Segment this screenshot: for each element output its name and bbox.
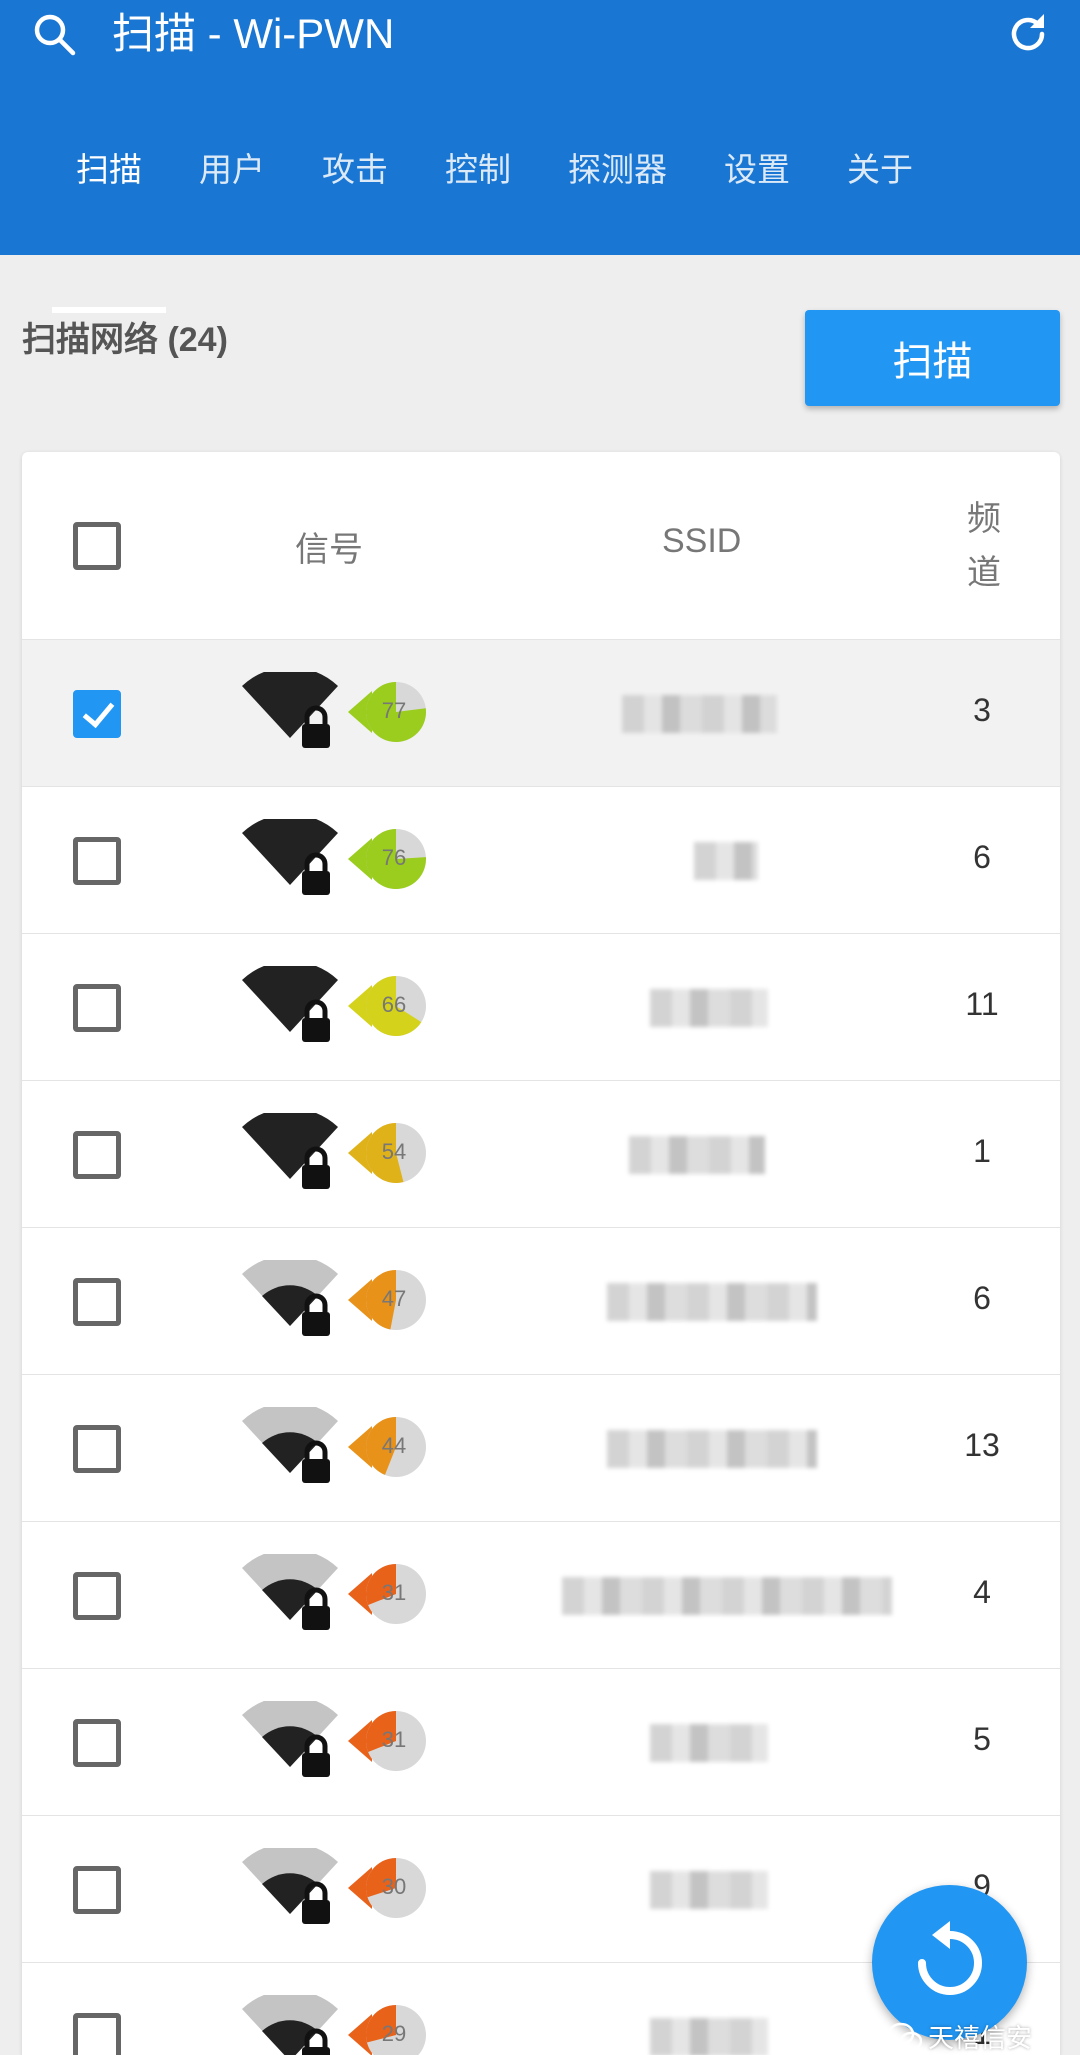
ssid-redacted xyxy=(650,989,768,1027)
wifi-lock-icon xyxy=(242,1701,338,1777)
wifi-lock-icon xyxy=(242,1407,338,1483)
channel-value: 3 xyxy=(973,692,991,728)
select-all-checkbox[interactable] xyxy=(73,522,121,570)
signal-value: 31 xyxy=(381,1580,407,1605)
rescan-fab[interactable] xyxy=(872,1885,1027,2040)
row-checkbox[interactable] xyxy=(73,690,121,738)
tab-detector[interactable]: 探测器 xyxy=(544,145,691,255)
tab-bar: 扫描 用户 攻击 控制 探测器 设置 关于 xyxy=(52,145,937,313)
table-row[interactable]: 54 1 xyxy=(22,1081,1060,1228)
wifi-lock-icon xyxy=(242,1113,338,1189)
signal-value: 47 xyxy=(381,1286,407,1311)
row-checkbox[interactable] xyxy=(73,1425,121,1473)
wechat-icon xyxy=(888,2022,922,2050)
table-row[interactable]: 31 4 xyxy=(22,1522,1060,1669)
table-header: 信号 SSID 频 道 xyxy=(22,452,1060,640)
signal-value: 77 xyxy=(381,698,407,723)
row-checkbox[interactable] xyxy=(73,1131,121,1179)
watermark-text: 天禧信安 xyxy=(928,2023,1033,2053)
wifi-lock-icon xyxy=(242,1995,338,2055)
row-checkbox[interactable] xyxy=(73,1572,121,1620)
ssid-redacted xyxy=(629,1136,765,1174)
network-table: 信号 SSID 频 道 77 3 76 6 66 11 54 1 47 6 44 13 31 4 31 5 30… xyxy=(22,452,1060,2055)
channel-value: 6 xyxy=(973,1280,991,1316)
wifi-lock-icon xyxy=(242,672,338,748)
signal-value: 29 xyxy=(381,2021,407,2046)
row-checkbox[interactable] xyxy=(73,984,121,1032)
tab-control[interactable]: 控制 xyxy=(421,145,535,255)
table-row[interactable]: 31 5 xyxy=(22,1669,1060,1816)
row-checkbox[interactable] xyxy=(73,837,121,885)
signal-value: 54 xyxy=(381,1139,407,1164)
signal-value: 66 xyxy=(381,992,407,1017)
column-header-channel[interactable]: 频 道 xyxy=(964,492,1004,600)
tab-scan[interactable]: 扫描 xyxy=(52,145,166,313)
signal-value: 76 xyxy=(381,845,407,870)
row-checkbox[interactable] xyxy=(73,1719,121,1767)
column-header-ssid[interactable]: SSID xyxy=(662,522,741,561)
watermark: 天禧信安 xyxy=(888,2018,1032,2055)
table-row[interactable]: 47 6 xyxy=(22,1228,1060,1375)
wifi-lock-icon xyxy=(242,1260,338,1336)
replay-icon xyxy=(918,1921,982,1995)
wifi-lock-icon xyxy=(242,966,338,1042)
ssid-redacted xyxy=(607,1283,817,1321)
scan-button[interactable]: 扫描 xyxy=(805,310,1060,406)
ssid-redacted xyxy=(607,1430,817,1468)
ssid-redacted xyxy=(562,1577,892,1615)
column-header-signal[interactable]: 信号 xyxy=(295,522,363,571)
tab-attack[interactable]: 攻击 xyxy=(298,145,412,255)
channel-value: 13 xyxy=(964,1427,1000,1463)
row-checkbox[interactable] xyxy=(73,1866,121,1914)
ssid-redacted xyxy=(694,842,758,880)
table-row[interactable]: 77 3 xyxy=(22,640,1060,787)
tab-settings[interactable]: 设置 xyxy=(700,145,814,255)
table-row[interactable]: 66 11 xyxy=(22,934,1060,1081)
ssid-redacted xyxy=(650,2018,768,2055)
channel-value: 11 xyxy=(965,986,999,1022)
tab-users[interactable]: 用户 xyxy=(175,145,289,255)
section-title: 扫描网络 (24) xyxy=(22,321,228,359)
channel-value: 6 xyxy=(973,839,991,875)
signal-value: 31 xyxy=(381,1727,407,1752)
app-bar: 扫描 - Wi-PWN 扫描 用户 攻击 控制 探测器 设置 关于 xyxy=(0,0,1080,313)
wifi-lock-icon xyxy=(242,819,338,895)
table-row[interactable]: 44 13 xyxy=(22,1375,1060,1522)
row-checkbox[interactable] xyxy=(73,2013,121,2055)
signal-value: 44 xyxy=(381,1433,407,1458)
table-body: 77 3 76 6 66 11 54 1 47 6 44 13 31 4 31 5 30 9 29 1 xyxy=(22,640,1060,2055)
ssid-redacted xyxy=(650,1724,768,1762)
channel-value: 5 xyxy=(973,1721,991,1757)
channel-value: 1 xyxy=(973,1133,991,1169)
wifi-lock-icon xyxy=(242,1848,338,1924)
wifi-lock-icon xyxy=(242,1554,338,1630)
ssid-redacted xyxy=(622,695,777,733)
table-row[interactable]: 76 6 xyxy=(22,787,1060,934)
refresh-icon[interactable] xyxy=(1004,10,1052,58)
ssid-redacted xyxy=(650,1871,768,1909)
row-checkbox[interactable] xyxy=(73,1278,121,1326)
app-title: 扫描 - Wi-PWN xyxy=(112,10,395,57)
search-icon[interactable] xyxy=(30,10,78,58)
signal-value: 30 xyxy=(381,1874,407,1899)
tab-about[interactable]: 关于 xyxy=(823,145,937,255)
channel-value: 4 xyxy=(973,1574,991,1610)
